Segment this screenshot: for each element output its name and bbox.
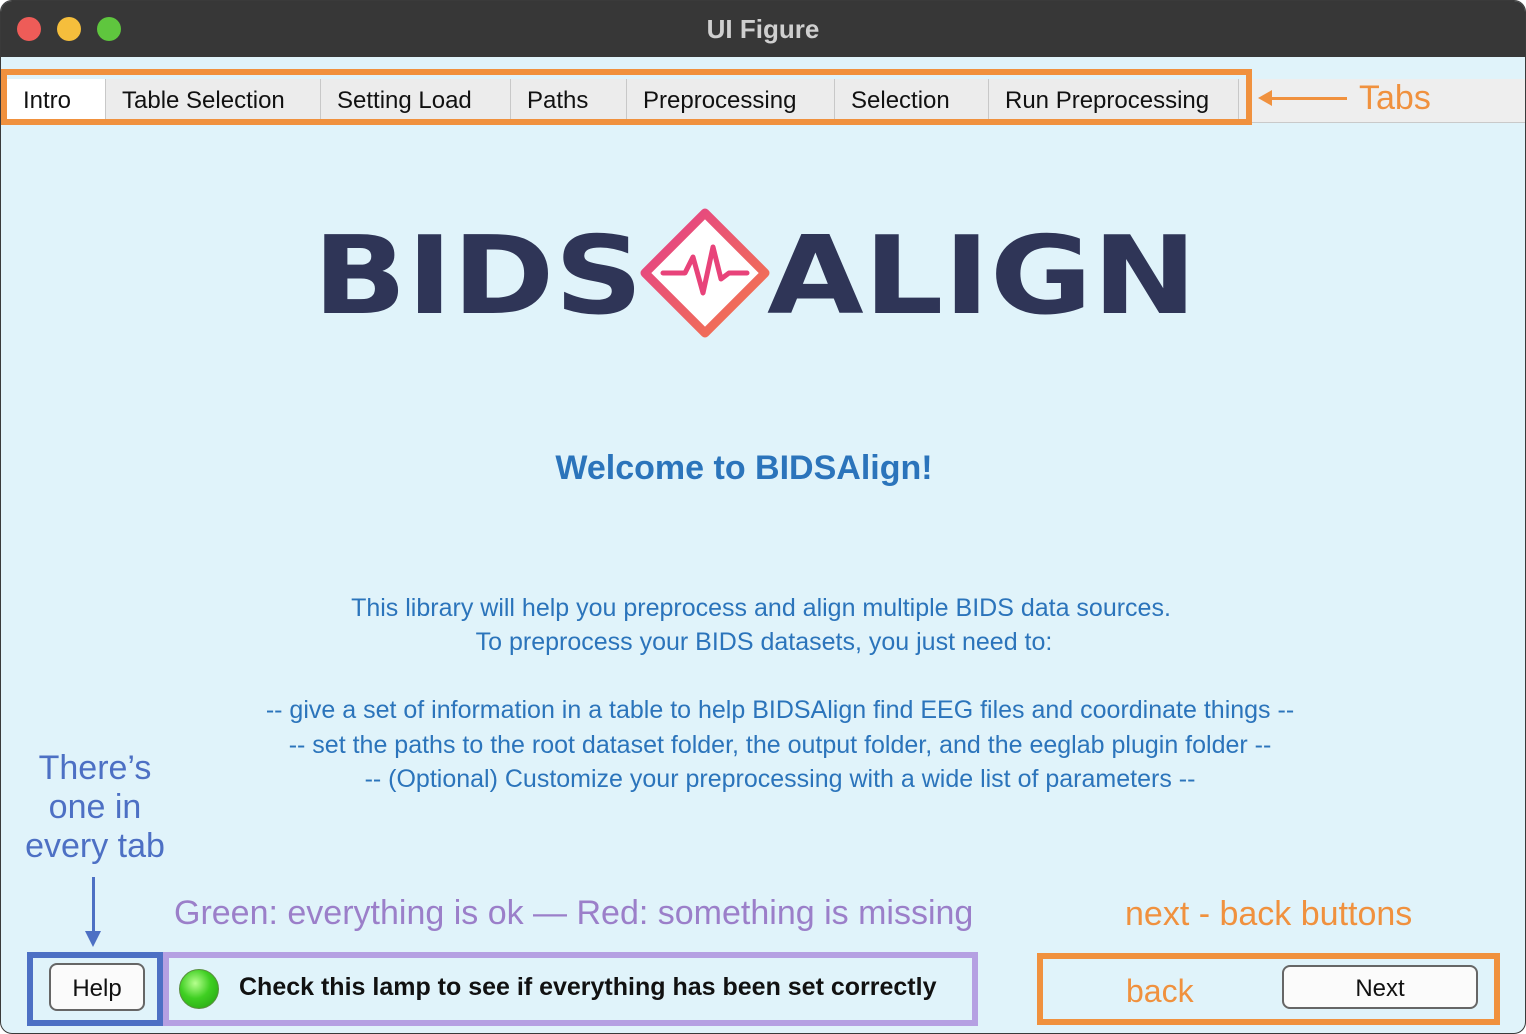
status-lamp-label: Check this lamp to see if everything has… xyxy=(239,973,937,1001)
help-annotation: There’s one in every tab xyxy=(11,749,179,866)
next-button[interactable]: Next xyxy=(1282,965,1478,1009)
tabs-annotation: Tabs xyxy=(1359,79,1431,117)
heartbeat-diamond-icon xyxy=(640,208,770,338)
intro-line-1: This library will help you preprocess an… xyxy=(351,594,1171,622)
back-button[interactable]: back xyxy=(1126,973,1194,1010)
intro-line-2: To preprocess your BIDS datasets, you ju… xyxy=(475,628,1053,656)
welcome-heading: Welcome to BIDSAlign! xyxy=(555,449,933,487)
help-arrow-icon xyxy=(85,931,101,947)
help-arrow-line xyxy=(92,877,95,935)
tabs-arrow-line xyxy=(1271,97,1347,100)
window-title: UI Figure xyxy=(706,14,820,44)
app-window: UI Figure Intro Table Selection Setting … xyxy=(0,0,1526,1034)
help-annotation-line-3: every tab xyxy=(25,827,165,865)
nav-annotation: next - back buttons xyxy=(1125,895,1413,933)
logo-text-align: ALIGN xyxy=(767,214,1197,339)
logo-text-bids: BIDS xyxy=(313,214,643,339)
tabs-arrow-icon xyxy=(1258,90,1272,106)
intro-line-4: -- set the paths to the root dataset fol… xyxy=(288,731,1272,759)
intro-line-5: -- (Optional) Customize your preprocessi… xyxy=(364,765,1196,793)
help-button[interactable]: Help xyxy=(49,963,145,1011)
tabs-highlight-box xyxy=(1,69,1252,125)
status-lamp xyxy=(179,969,219,1009)
bidsalign-logo: BIDS ALIGN xyxy=(313,208,1197,339)
help-annotation-line-1: There’s xyxy=(38,749,152,787)
help-annotation-line-2: one in xyxy=(48,788,142,826)
lamp-annotation: Green: everything is ok — Red: something… xyxy=(174,894,974,932)
intro-line-3: -- give a set of information in a table … xyxy=(265,696,1295,724)
title-bar: UI Figure xyxy=(1,1,1525,57)
